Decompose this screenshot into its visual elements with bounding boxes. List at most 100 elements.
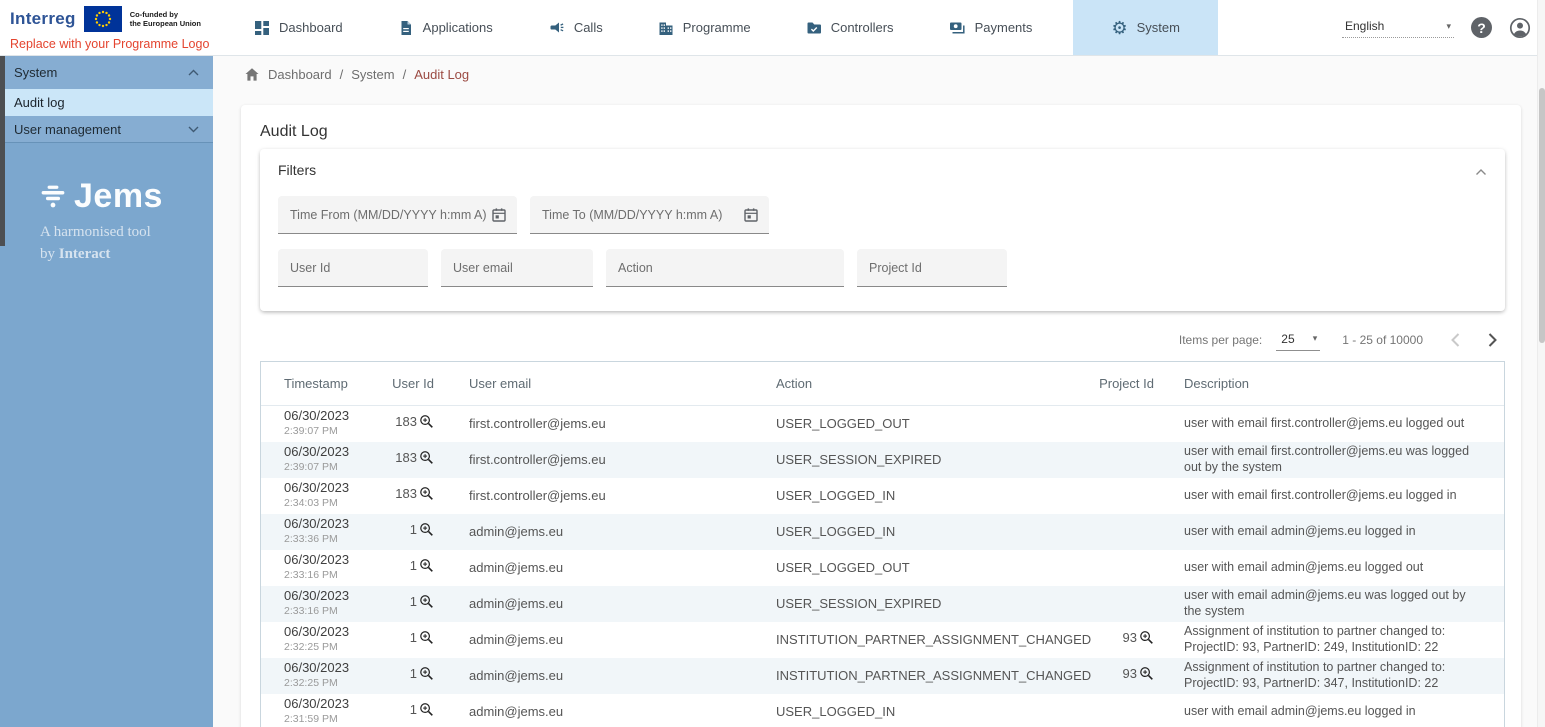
previous-page-button[interactable] — [1445, 329, 1467, 351]
user-email-cell: admin@jems.eu — [446, 622, 761, 658]
time-to-input[interactable] — [540, 207, 743, 223]
timestamp-date: 06/30/2023 — [284, 480, 371, 496]
page-title: Audit Log — [260, 123, 1505, 141]
project-id-input[interactable] — [867, 260, 997, 276]
project-id-field — [857, 249, 1007, 287]
column-header-user-id: User Id — [371, 362, 446, 405]
timestamp-date: 06/30/2023 — [284, 552, 371, 568]
zoom-in-icon[interactable] — [419, 702, 434, 721]
time-to-field — [530, 196, 769, 234]
applications-icon — [398, 20, 414, 36]
user-id-value: 1 — [410, 522, 417, 537]
breadcrumb: Dashboard / System / Audit Log — [213, 56, 1545, 93]
zoom-in-icon[interactable] — [419, 666, 434, 685]
system-icon: ⚙ — [1111, 19, 1127, 37]
language-select[interactable]: English ▾ — [1342, 17, 1454, 38]
items-per-page-label: Items per page: — [1179, 333, 1262, 347]
collapse-filters-button[interactable] — [1475, 163, 1487, 181]
audit-log-table: Timestamp User Id User email Action Proj… — [261, 362, 1504, 727]
timestamp-date: 06/30/2023 — [284, 624, 371, 640]
top-header: Interreg Co-funded by the European Union… — [0, 0, 1545, 56]
zoom-in-icon[interactable] — [419, 558, 434, 577]
jems-tagline: A harmonised tool by Interact — [40, 222, 213, 266]
user-id-value: 183 — [395, 450, 417, 465]
time-from-input[interactable] — [288, 207, 491, 223]
sidebar-item-user-management[interactable]: User management — [0, 116, 213, 143]
page-size-select[interactable]: 25 ▾ — [1276, 330, 1320, 351]
nav-item-programme[interactable]: Programme — [644, 0, 765, 55]
user-email-input[interactable] — [451, 260, 583, 276]
nav-item-calls[interactable]: Calls — [534, 0, 617, 55]
table-row: 06/30/2023 2:32:25 PM 1 admin@jems.eu IN… — [261, 622, 1504, 658]
project-id-value: 93 — [1123, 630, 1137, 645]
description-cell: user with email first.controller@jems.eu… — [1166, 442, 1504, 478]
sidebar-item-audit-log[interactable]: Audit log — [0, 89, 213, 116]
nav-item-dashboard[interactable]: Dashboard — [240, 0, 357, 55]
filters-title: Filters — [278, 162, 1487, 178]
chevron-down-icon — [188, 126, 199, 133]
account-button[interactable] — [1509, 17, 1531, 39]
table-row: 06/30/2023 2:33:16 PM 1 admin@jems.eu US… — [261, 586, 1504, 622]
table-row: 06/30/2023 2:39:07 PM 183 first.controll… — [261, 405, 1504, 442]
user-id-input[interactable] — [288, 260, 418, 276]
timestamp-date: 06/30/2023 — [284, 588, 371, 604]
timestamp-time: 2:34:03 PM — [284, 496, 371, 512]
description-cell: Assignment of institution to partner cha… — [1166, 658, 1504, 694]
action-input[interactable] — [616, 260, 834, 276]
logo-placeholder-text: Replace with your Programme Logo — [10, 37, 213, 51]
user-email-cell: admin@jems.eu — [446, 658, 761, 694]
sidebar-section-system[interactable]: System — [0, 56, 213, 89]
timestamp-time: 2:33:16 PM — [284, 604, 371, 620]
user-id-value: 1 — [410, 702, 417, 717]
nav-item-system[interactable]: ⚙ System — [1073, 0, 1217, 55]
nav-item-applications[interactable]: Applications — [384, 0, 507, 55]
zoom-in-icon[interactable] — [1139, 666, 1154, 685]
user-email-cell: admin@jems.eu — [446, 550, 761, 586]
zoom-in-icon[interactable] — [419, 594, 434, 613]
help-button[interactable]: ? — [1471, 17, 1492, 38]
description-cell: user with email admin@jems.eu was logged… — [1166, 586, 1504, 622]
description-cell: user with email admin@jems.eu logged out — [1166, 550, 1504, 586]
action-field — [606, 249, 844, 287]
table-row: 06/30/2023 2:33:36 PM 1 admin@jems.eu US… — [261, 514, 1504, 550]
timestamp-time: 2:33:36 PM — [284, 532, 371, 548]
zoom-in-icon[interactable] — [419, 630, 434, 649]
zoom-in-icon[interactable] — [419, 450, 434, 469]
calendar-icon[interactable] — [491, 207, 507, 223]
breadcrumb-dashboard[interactable]: Dashboard — [268, 67, 332, 82]
next-page-button[interactable] — [1481, 329, 1503, 351]
breadcrumb-separator: / — [403, 67, 407, 82]
scrollbar-thumb[interactable] — [1539, 88, 1545, 343]
user-id-value: 1 — [410, 558, 417, 573]
timestamp-time: 2:39:07 PM — [284, 460, 371, 476]
user-email-cell: admin@jems.eu — [446, 586, 761, 622]
calendar-icon[interactable] — [743, 207, 759, 223]
sidebar-scrollbar[interactable] — [0, 56, 5, 727]
timestamp-time: 2:33:16 PM — [284, 568, 371, 584]
column-header-project-id: Project Id — [1091, 362, 1166, 405]
page-range-label: 1 - 25 of 10000 — [1342, 333, 1423, 347]
description-cell: Assignment of institution to partner cha… — [1166, 622, 1504, 658]
user-id-value: 1 — [410, 594, 417, 609]
breadcrumb-system[interactable]: System — [351, 67, 394, 82]
main-nav: Dashboard Applications Calls Programme C… — [213, 0, 1245, 55]
jems-icon — [40, 185, 66, 209]
page-scrollbar[interactable] — [1537, 0, 1545, 727]
sidebar: System Audit log User management Jems A … — [0, 56, 213, 727]
column-header-description: Description — [1166, 362, 1504, 405]
action-cell: USER_SESSION_EXPIRED — [761, 442, 1091, 478]
zoom-in-icon[interactable] — [419, 486, 434, 505]
user-id-field — [278, 249, 428, 287]
zoom-in-icon[interactable] — [419, 414, 434, 433]
zoom-in-icon[interactable] — [1139, 630, 1154, 649]
column-header-user-email: User email — [446, 362, 761, 405]
controllers-icon — [806, 20, 822, 36]
zoom-in-icon[interactable] — [419, 522, 434, 541]
user-email-cell: first.controller@jems.eu — [446, 478, 761, 514]
home-icon[interactable] — [244, 67, 260, 82]
nav-item-payments[interactable]: Payments — [935, 0, 1047, 55]
action-cell: USER_LOGGED_IN — [761, 478, 1091, 514]
column-header-action: Action — [761, 362, 1091, 405]
nav-item-controllers[interactable]: Controllers — [792, 0, 908, 55]
user-id-value: 1 — [410, 666, 417, 681]
